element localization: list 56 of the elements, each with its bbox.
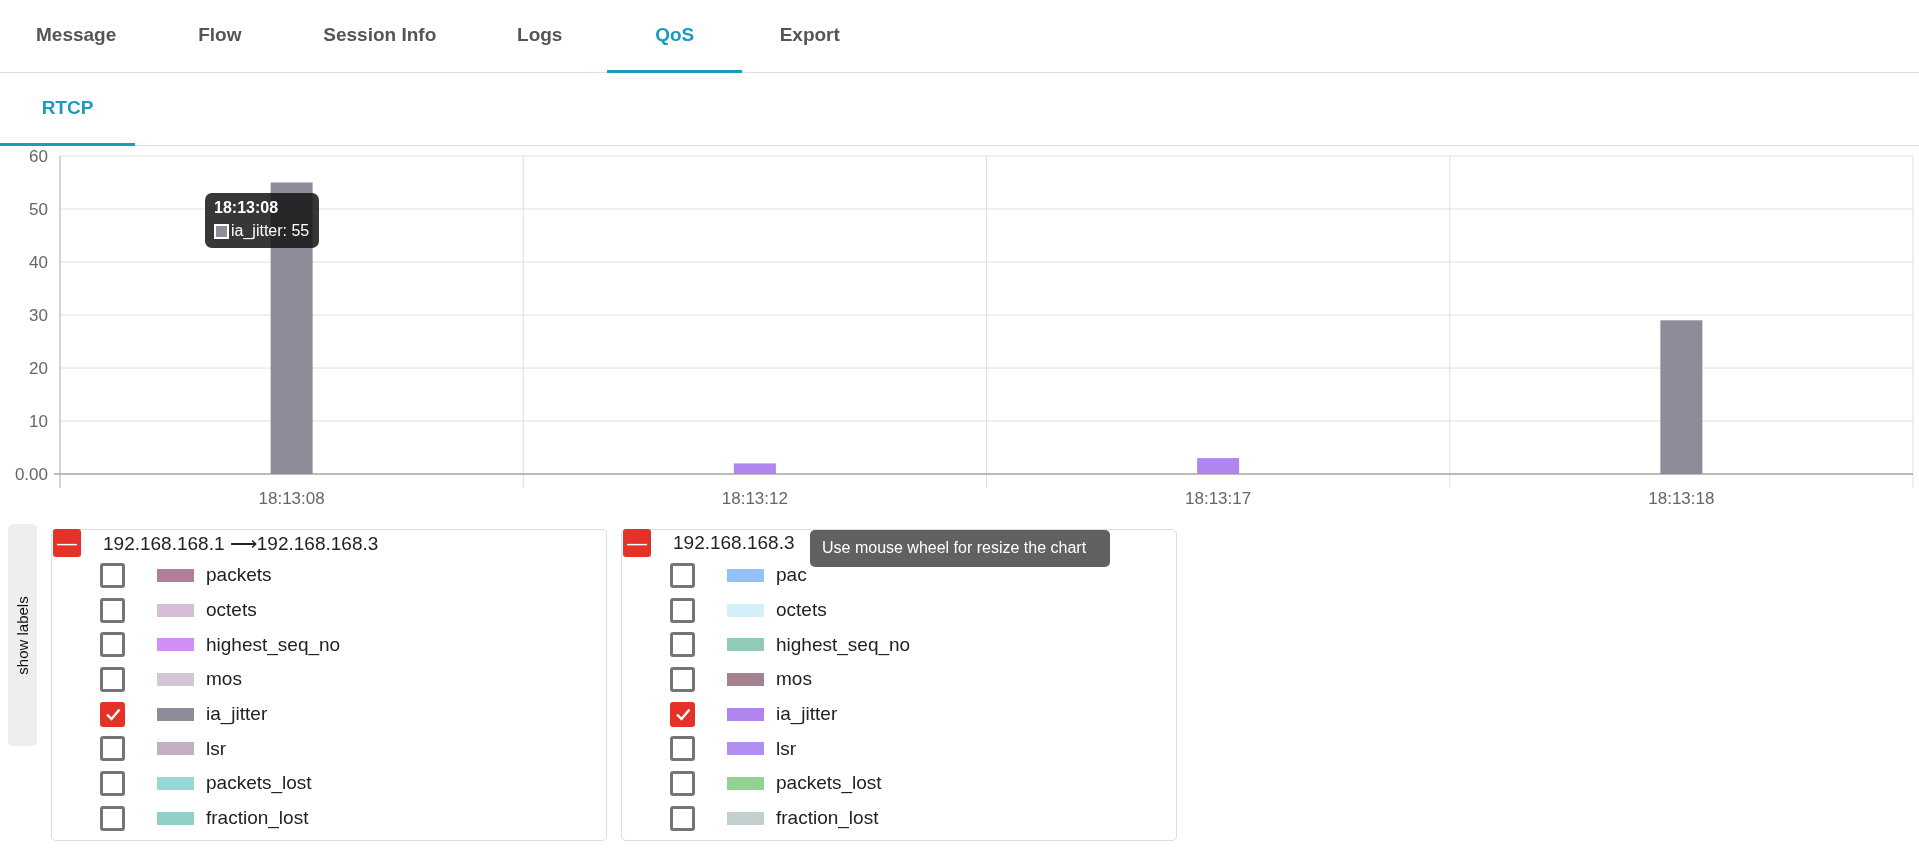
axis-tick-label: 10 [29, 412, 48, 431]
series-label: ia_jitter [206, 703, 268, 726]
checkbox[interactable] [100, 770, 125, 796]
checkbox[interactable] [670, 666, 695, 692]
series-label: lsr [776, 737, 797, 760]
axis-tick-label: 18:13:18 [1648, 489, 1715, 508]
series-label: packets_lost [206, 772, 312, 795]
collapse-button[interactable]: — [623, 529, 651, 557]
axis-tick-label: 18:13:17 [1185, 489, 1252, 508]
tab[interactable]: Message [0, 0, 153, 73]
checkbox[interactable] [670, 805, 695, 831]
tooltip-value: ia_jitter: 55 [231, 222, 310, 240]
checkbox[interactable] [100, 632, 125, 658]
checkbox[interactable] [100, 562, 125, 588]
stream-title: 192.168.168.1 ⟶192.168.168.3 [103, 531, 379, 555]
hint-tooltip: Use mouse wheel for resize the chart [810, 530, 1110, 567]
axis-tick-label: 18:13:12 [721, 489, 788, 508]
checkbox[interactable] [670, 701, 695, 727]
axis-tick-label: 20 [29, 359, 48, 378]
series-label: mos [776, 668, 812, 691]
axis-tick-label: 60 [29, 147, 48, 166]
series-label: highest_seq_no [776, 633, 911, 656]
series-label: pac [776, 564, 807, 587]
show-labels-button[interactable]: show labels [8, 524, 37, 746]
checkbox[interactable] [670, 562, 695, 588]
axis-tick-label: 30 [29, 306, 48, 325]
series-label: highest_seq_no [206, 633, 341, 656]
series-label: octets [206, 599, 257, 622]
axis-tick-label: 50 [29, 200, 48, 219]
series-label: fraction_lost [206, 807, 309, 830]
series-label: packets_lost [776, 772, 882, 795]
collapse-button[interactable]: — [53, 529, 81, 557]
series-label: mos [206, 668, 242, 691]
tooltip-title: 18:13:08 [214, 199, 280, 217]
series-label: packets [206, 564, 272, 587]
checkbox[interactable] [670, 736, 695, 762]
series-label: lsr [206, 737, 227, 760]
tab[interactable]: Session Info [287, 0, 473, 73]
checkbox[interactable] [100, 736, 125, 762]
series-label: fraction_lost [776, 807, 879, 830]
checkbox[interactable] [100, 805, 125, 831]
axis-tick-label: 40 [29, 253, 48, 272]
checkbox[interactable] [100, 597, 125, 623]
tab[interactable]: Flow [152, 0, 288, 73]
checkbox[interactable] [670, 597, 695, 623]
checkbox[interactable] [670, 632, 695, 658]
axis-tick-label: 0.00 [14, 465, 48, 484]
checkbox[interactable] [100, 666, 125, 692]
tab[interactable]: Logs [472, 0, 608, 73]
checkbox[interactable] [670, 770, 695, 796]
series-label: ia_jitter [776, 703, 838, 726]
axis-tick-label: 18:13:08 [258, 489, 325, 508]
stream-title: 192.168.168.3 [673, 532, 795, 554]
series-label: octets [776, 599, 827, 622]
checkbox[interactable] [100, 701, 125, 727]
tab[interactable]: Export [742, 0, 878, 73]
